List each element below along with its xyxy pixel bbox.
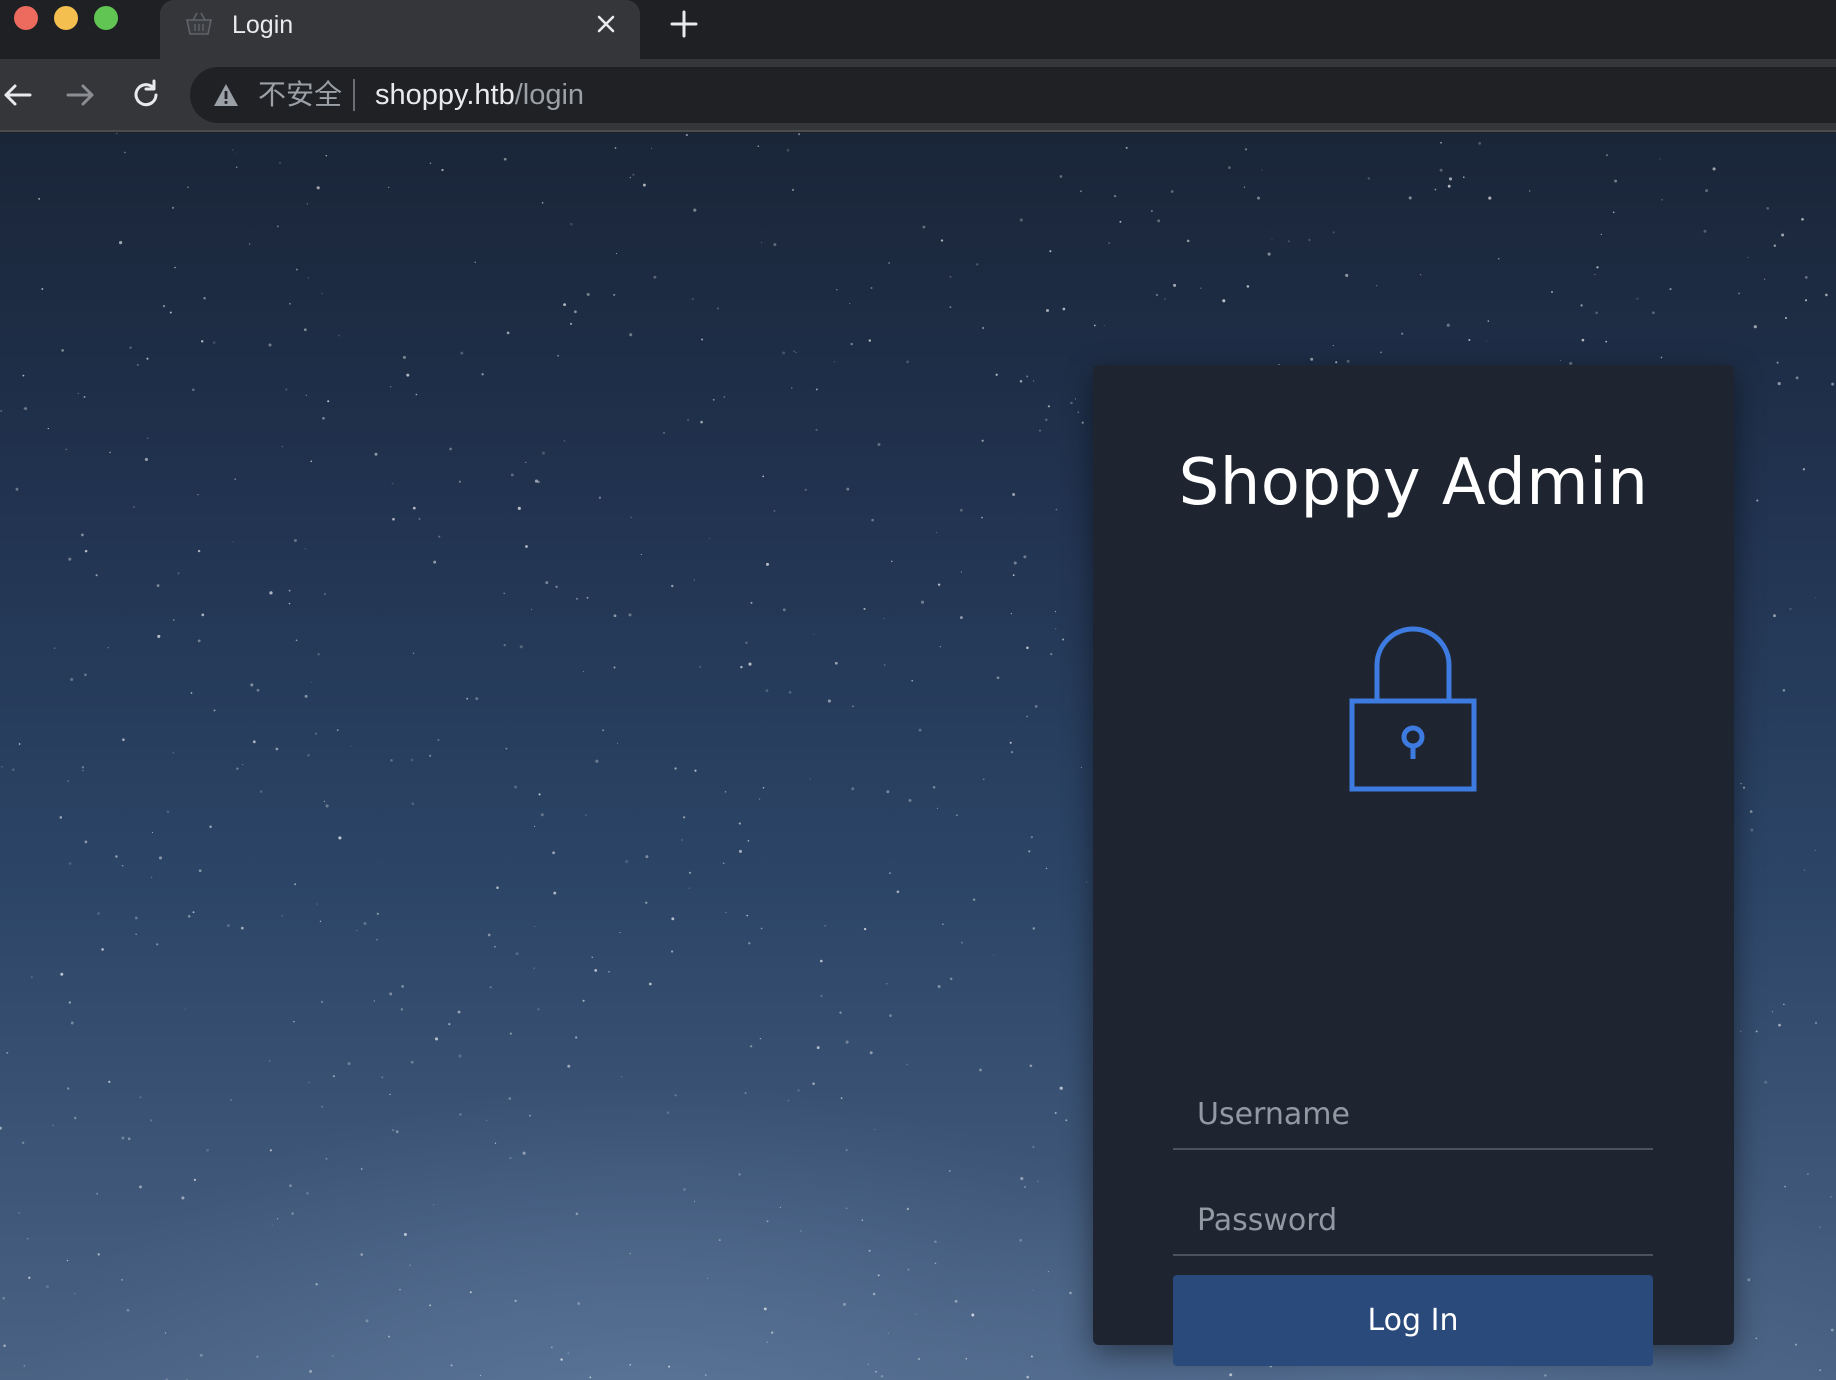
page-title: Shoppy Admin [1178, 446, 1649, 520]
basket-icon [186, 12, 212, 35]
window-close-button[interactable] [14, 6, 38, 30]
page-viewport: Shoppy Admin Log In [0, 133, 1836, 1380]
padlock-icon [1349, 626, 1477, 792]
forward-arrow-icon[interactable] [62, 77, 98, 113]
url-host: shoppy.htb [375, 79, 515, 111]
browser-toolbar: 不安全 shoppy.htb/login [0, 59, 1836, 132]
new-tab-icon[interactable] [668, 8, 700, 40]
browser-tab-login[interactable]: Login [160, 0, 640, 59]
window-maximize-button[interactable] [94, 6, 118, 30]
username-input[interactable] [1173, 1080, 1653, 1150]
login-button[interactable]: Log In [1173, 1275, 1653, 1366]
browser-tabstrip: Login [0, 0, 1836, 59]
not-secure-label[interactable]: 不安全 [258, 79, 342, 111]
reload-icon[interactable] [128, 77, 164, 113]
warning-triangle-icon[interactable] [212, 81, 240, 109]
address-separator [353, 79, 355, 111]
login-card: Shoppy Admin Log In [1093, 365, 1734, 1366]
window-minimize-button[interactable] [54, 6, 78, 30]
tab-title: Login [232, 11, 294, 39]
url-text[interactable]: shoppy.htb/login [375, 79, 584, 111]
close-tab-icon[interactable] [592, 10, 620, 38]
password-input[interactable] [1173, 1186, 1653, 1256]
back-arrow-icon[interactable] [0, 77, 36, 113]
url-path: /login [514, 79, 585, 111]
address-bar[interactable]: 不安全 shoppy.htb/login [190, 67, 1836, 123]
